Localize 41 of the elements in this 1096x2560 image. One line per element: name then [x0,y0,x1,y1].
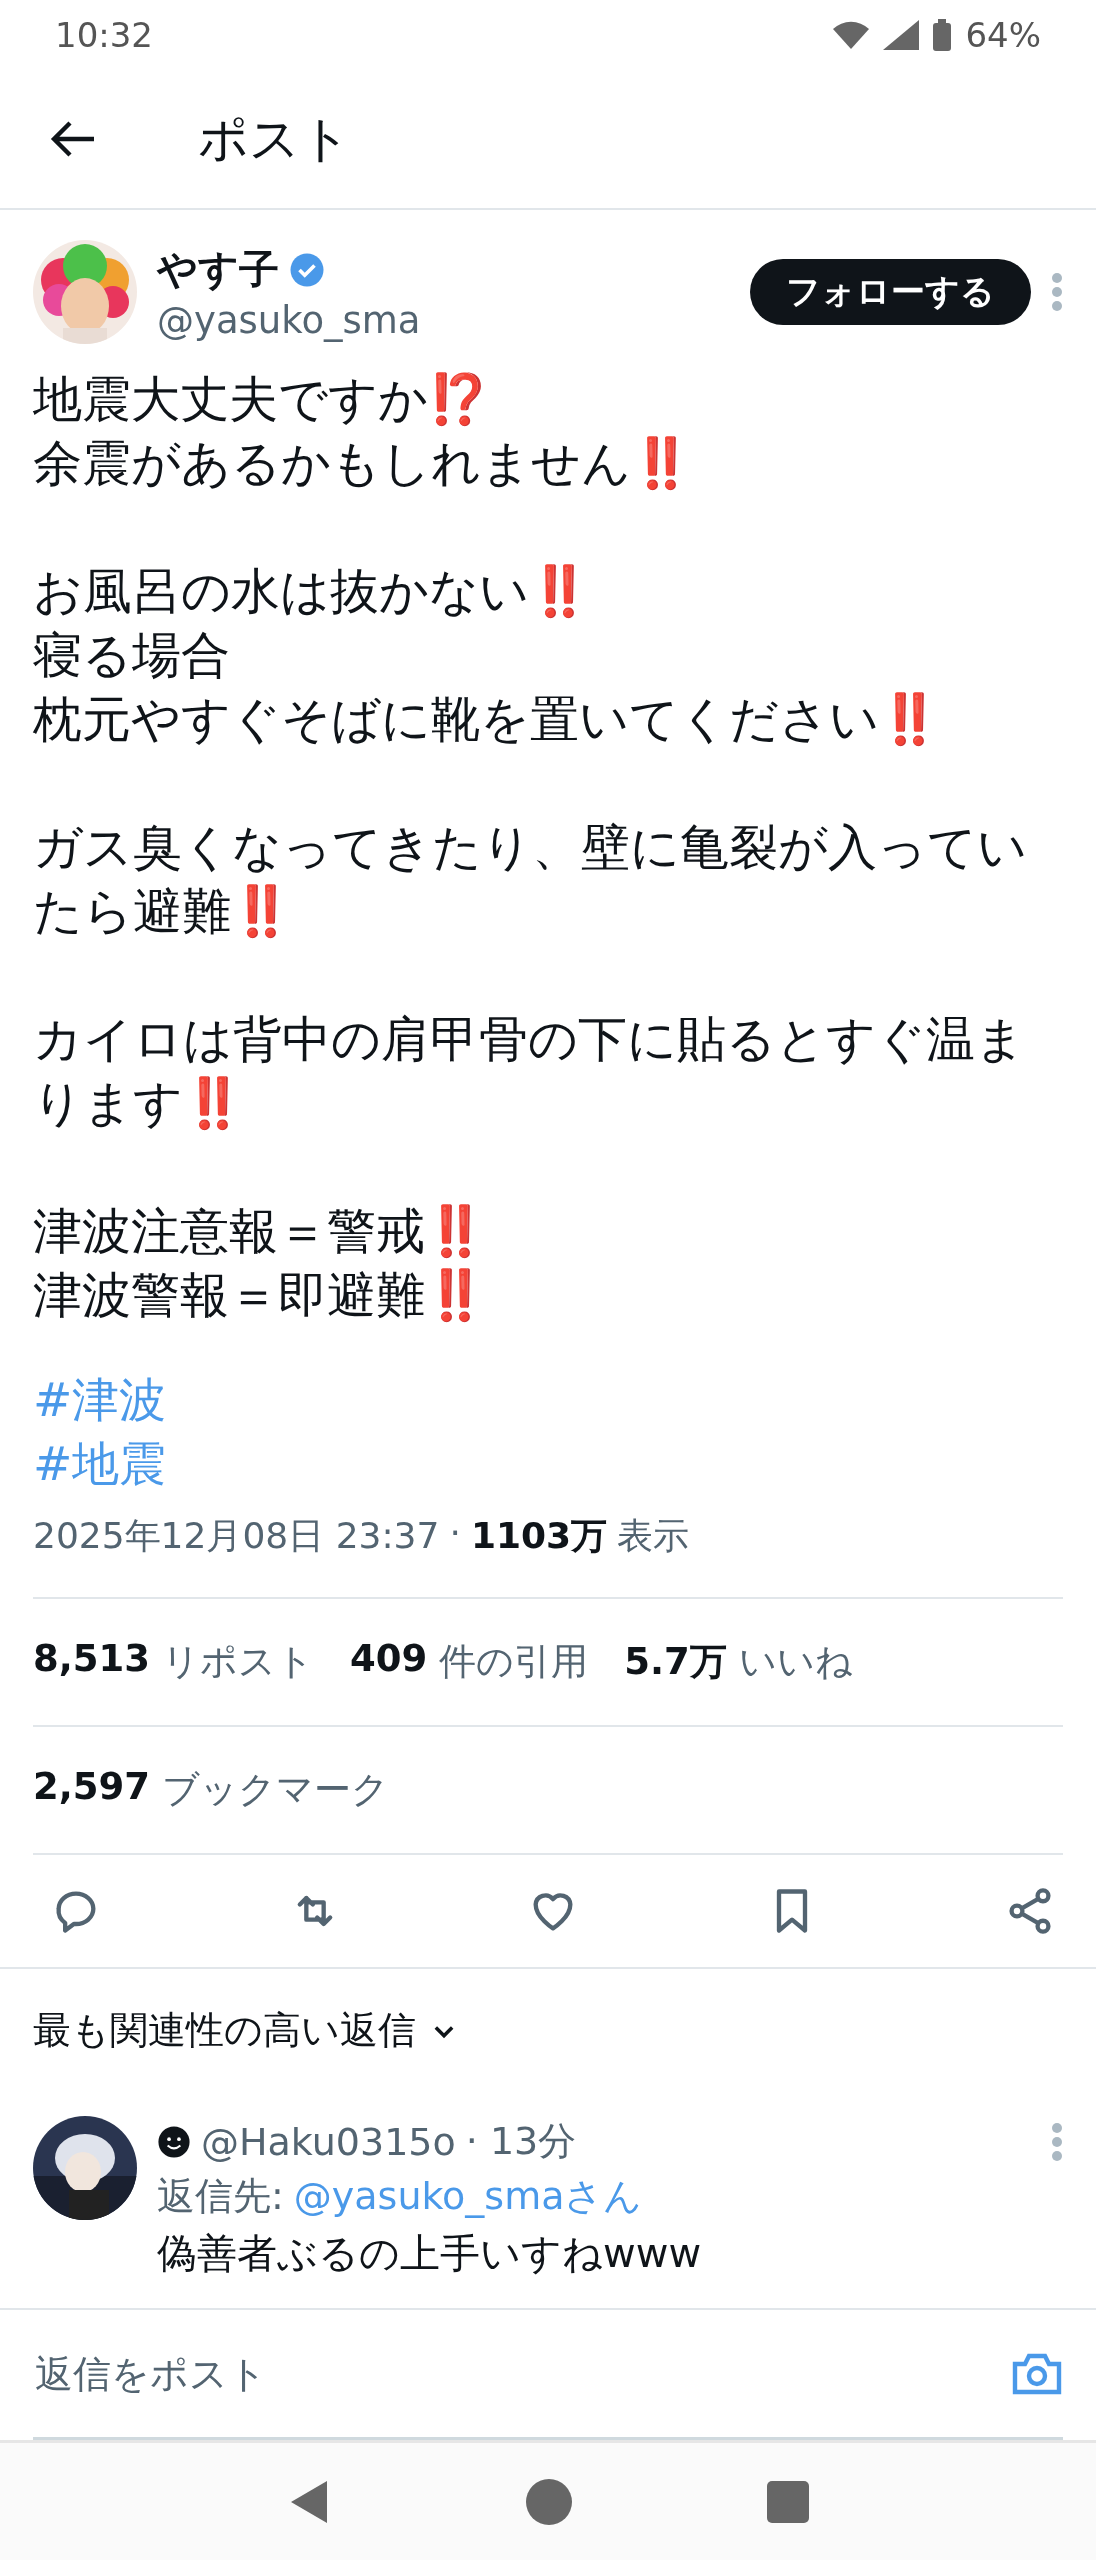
hashtag-link[interactable]: #津波 [33,1368,1063,1432]
view-label: 表示 [617,1514,690,1558]
mention-link[interactable]: @yasuko_smaさん [293,2171,643,2222]
post-text-line: ガス臭くなってきたり、壁に亀裂が入っていたら避難‼ [33,818,1028,942]
post-text-line: 寝る場合 [33,626,231,686]
wifi-icon [833,21,870,49]
status-time: 10:32 [55,15,153,55]
author-name: やす子 [157,245,279,294]
reply-time: · 13分 [465,2118,578,2165]
view-count: 1103万 [470,1514,608,1558]
author-handle: @yasuko_sma [157,299,422,342]
post-timestamp: 2025年12月08日 23:37 [33,1514,440,1558]
reply-to-label: 返信先: [157,2173,284,2220]
post-text-line: 余震があるかもしれません‼ [33,434,693,494]
reply-handle: @Haku0315o [201,2119,456,2164]
separator-dot: · [449,1512,461,1555]
page-title: ポスト [198,108,351,170]
recents-nav-icon[interactable] [766,2480,809,2523]
battery-level: 64% [965,15,1041,55]
stat-label: 件の引用 [439,1639,589,1685]
follow-button[interactable]: フォローする [750,259,1031,325]
post-text-line: 津波注意報＝警戒‼ [33,1202,487,1262]
sort-dropdown[interactable]: 最も関連性の高い返信 [0,1969,491,2092]
post-text-line: 地震大丈夫ですか⁉ [33,370,490,430]
smiley-icon [157,2124,191,2159]
battery-icon [933,19,952,51]
post-text-line: 枕元やすぐそばに靴を置いてください‼ [33,690,941,750]
stat-label: リポスト [162,1639,315,1685]
home-nav-icon[interactable] [526,2478,572,2525]
bookmark-label: ブックマーク [162,1767,390,1813]
post-text-line: カイロは背中の肩甲骨の下に貼るとすぐ温まります‼ [33,1010,1026,1134]
stat-count: 5.7万 [624,1639,727,1685]
stat-label: いいね [738,1639,853,1685]
bookmark-count: 2,597 [33,1765,151,1810]
post-text-line: 津波警報＝即避難‼ [33,1266,487,1326]
post-text-line: お風呂の水は抜かない‼ [33,562,591,622]
signal-icon [883,20,920,50]
stat-count: 409 [350,1637,428,1682]
hashtag-link[interactable]: #地震 [33,1432,1063,1496]
reply-text: 偽善者ぶるの上手いすねwww [157,2229,703,2278]
stat-count: 8,513 [33,1637,151,1682]
